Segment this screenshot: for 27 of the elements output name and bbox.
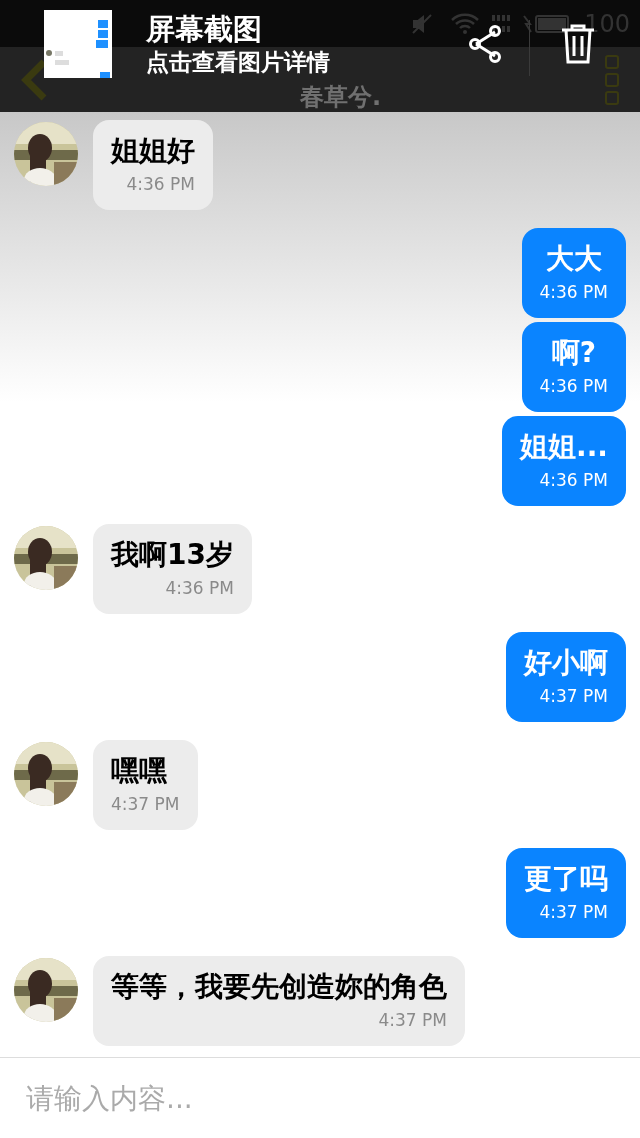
chat-title: 春草兮. [300,83,383,110]
message-time: 4:37 PM [539,901,608,924]
message-text: 大大 [544,241,603,277]
message-time: 4:37 PM [539,685,608,708]
message-time: 4:37 PM [378,1009,447,1032]
message-text: 好小啊 [524,645,608,681]
signal-icon [492,15,511,32]
screenshot-thumbnail [44,10,112,78]
message-text: 更了吗 [524,861,608,897]
message-time: 4:36 PM [165,577,234,600]
message-time: 4:36 PM [539,469,608,492]
message-text: 姐姐好 [111,133,195,169]
message-time: 4:36 PM [539,281,608,304]
message-input[interactable]: 请输入内容... [24,1080,616,1116]
message-time: 4:36 PM [126,173,195,196]
message-text: 嘿嘿 [111,753,168,789]
message-time: 4:36 PM [539,375,608,398]
message-text: 等等，我要先创造妳的角色 [111,969,447,1005]
notification-title: 屏幕截图 [146,11,262,47]
notification-subtitle: 点击查看图片详情 [146,48,330,77]
message-text: 啊? [550,335,597,371]
message-time: 4:37 PM [111,793,180,816]
share-icon[interactable] [467,24,503,64]
mute-icon [410,11,435,36]
message-text: 姐姐... [520,429,608,465]
wifi-icon [450,11,481,36]
message-text: 我啊13岁 [111,537,234,573]
